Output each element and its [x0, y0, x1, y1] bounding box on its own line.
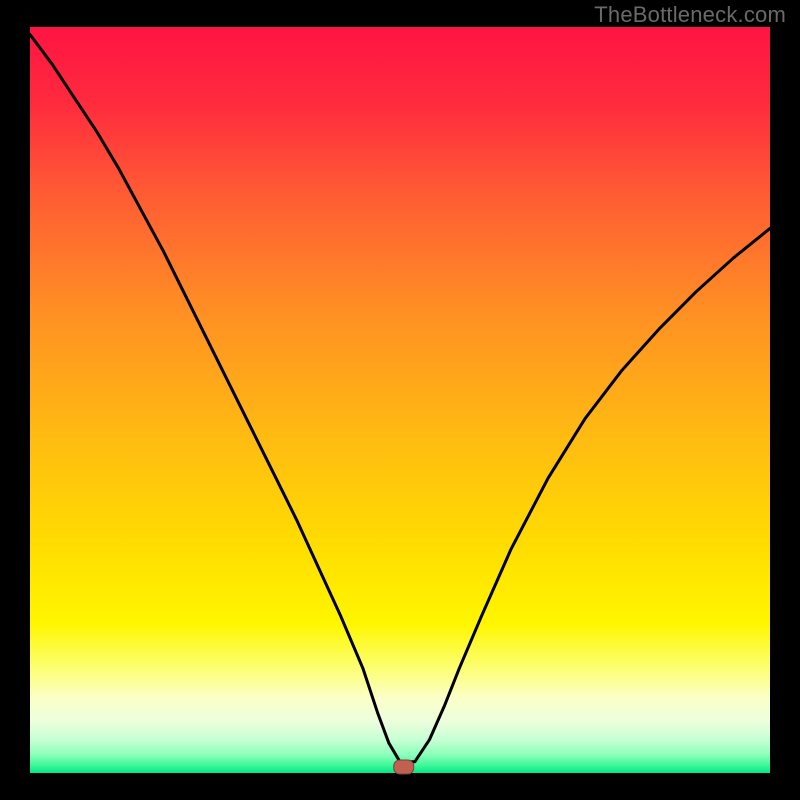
- optimal-point-marker: [394, 760, 414, 774]
- chart-frame: TheBottleneck.com: [0, 0, 800, 800]
- chart-svg: [0, 0, 800, 800]
- plot-area: [30, 27, 770, 773]
- watermark-text: TheBottleneck.com: [594, 2, 786, 28]
